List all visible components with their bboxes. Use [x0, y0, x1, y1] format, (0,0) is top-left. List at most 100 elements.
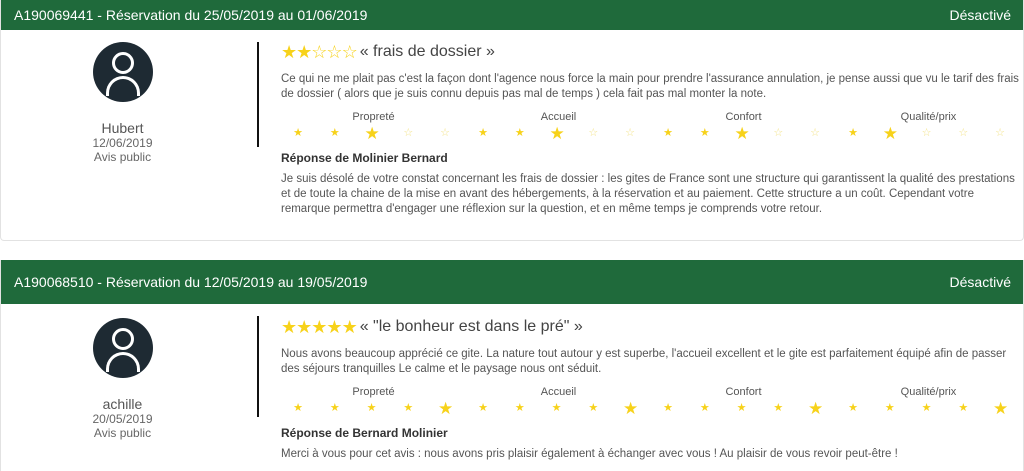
- review-header: A190069441 - Réservation du 25/05/2019 a…: [1, 0, 1023, 30]
- star-icon: ★: [403, 401, 414, 414]
- criterion-stars: ★ ★ ★ ★ ★: [281, 398, 466, 418]
- status-toggle[interactable]: Désactivé: [950, 7, 1011, 23]
- criterion-label: Qualité/prix: [900, 111, 957, 123]
- review-body: Ce qui ne me plait pas c'est la façon do…: [281, 73, 1019, 100]
- review-content: ★★☆☆☆ « frais de dossier » Ce qui ne me …: [281, 40, 1021, 217]
- criterion-rating: Propreté ★ ★ ★ ★ ★: [281, 386, 466, 418]
- review-date: 12/06/2019: [92, 136, 153, 150]
- star-icon: ★: [514, 126, 525, 139]
- star-icon: ★: [663, 126, 673, 139]
- star-icon: ★: [736, 401, 747, 414]
- star-icon: ★: [478, 126, 488, 139]
- criterion-label: Accueil: [540, 386, 577, 398]
- star-icon: ★: [341, 316, 358, 337]
- criterion-rating: Confort ★ ★ ★ ★ ★: [651, 386, 836, 418]
- star-icon: ★: [882, 123, 898, 143]
- star-icon: ☆: [810, 126, 820, 139]
- star-icon: ★: [514, 401, 525, 414]
- star-icon: ★: [364, 123, 380, 143]
- criterion-label: Confort: [725, 111, 762, 123]
- owner-response-title: Réponse de Molinier Bernard: [281, 151, 448, 165]
- criterion-stars: ★ ★ ★ ★ ★: [836, 398, 1021, 418]
- star-icon: ★: [848, 401, 858, 414]
- criteria-ratings: Propreté ★ ★ ★ ☆ ☆ Accueil ★ ★ ★ ☆ ☆ Confort ★ ★ ★ ☆ ☆ Qua…: [281, 111, 1021, 143]
- review-title: « frais de dossier »: [359, 43, 495, 60]
- review-title-row: ★★★★★ « "le bonheur est dans le pré" »: [281, 315, 1021, 339]
- star-icon: ☆: [326, 41, 342, 62]
- review-visibility: Avis public: [93, 150, 152, 164]
- owner-response-text: Merci à vous pour cet avis : nous avons …: [281, 448, 898, 460]
- overall-rating-stars: ★★★★★: [281, 316, 358, 338]
- review-visibility: Avis public: [93, 426, 152, 440]
- criterion-rating: Confort ★ ★ ★ ☆ ☆: [651, 111, 836, 143]
- criterion-rating: Propreté ★ ★ ★ ☆ ☆: [281, 111, 466, 143]
- criterion-stars: ★ ★ ★ ☆ ☆: [651, 123, 836, 143]
- reservation-title: A190069441 - Réservation du 25/05/2019 a…: [14, 7, 368, 23]
- star-icon: ★: [993, 398, 1009, 418]
- review-author: Hubert 12/06/2019 Avis public: [1, 42, 244, 164]
- criterion-stars: ★ ★ ☆ ☆ ☆: [836, 123, 1021, 143]
- criterion-label: Confort: [725, 386, 762, 398]
- star-icon: ★: [281, 41, 297, 62]
- star-icon: ☆: [440, 126, 450, 139]
- author-name: Hubert: [101, 120, 144, 136]
- user-avatar-icon: [92, 42, 153, 102]
- owner-response-text: Je suis désolé de votre constat concerna…: [281, 173, 1015, 215]
- star-icon: ★: [808, 398, 824, 418]
- star-icon: ★: [734, 123, 750, 143]
- review-header: A190068510 - Réservation du 12/05/2019 a…: [1, 260, 1023, 304]
- star-icon: ★: [293, 401, 303, 414]
- star-icon: ★: [549, 123, 565, 143]
- user-avatar-icon: [92, 318, 153, 378]
- star-icon: ☆: [958, 126, 969, 139]
- star-icon: ★: [293, 126, 303, 139]
- overall-rating-stars: ★★☆☆☆: [281, 41, 358, 63]
- star-icon: ★: [329, 401, 340, 414]
- criterion-stars: ★ ★ ★ ☆ ☆: [281, 123, 466, 143]
- criterion-label: Propreté: [352, 111, 395, 123]
- star-icon: ☆: [403, 126, 414, 139]
- star-icon: ★: [921, 401, 932, 414]
- review-title-row: ★★☆☆☆ « frais de dossier »: [281, 40, 1021, 64]
- divider: [257, 42, 259, 147]
- divider: [257, 316, 259, 417]
- reservation-title: A190068510 - Réservation du 12/05/2019 a…: [14, 274, 368, 290]
- star-icon: ☆: [625, 126, 635, 139]
- star-icon: ★: [848, 126, 858, 139]
- review-card: A190069441 - Réservation du 25/05/2019 a…: [0, 0, 1024, 241]
- criterion-rating: Qualité/prix ★ ★ ☆ ☆ ☆: [836, 111, 1021, 143]
- review-card: A190068510 - Réservation du 12/05/2019 a…: [0, 260, 1024, 471]
- star-icon: ★: [329, 126, 340, 139]
- star-icon: ★: [296, 41, 312, 62]
- star-icon: ☆: [311, 41, 327, 62]
- status-toggle[interactable]: Désactivé: [950, 274, 1011, 290]
- star-icon: ☆: [921, 126, 932, 139]
- star-icon: ★: [326, 316, 342, 337]
- star-icon: ★: [699, 401, 710, 414]
- star-icon: ★: [958, 401, 969, 414]
- criterion-rating: Accueil ★ ★ ★ ☆ ☆: [466, 111, 651, 143]
- review-content: ★★★★★ « "le bonheur est dans le pré" » N…: [281, 315, 1021, 462]
- criteria-ratings: Propreté ★ ★ ★ ★ ★ Accueil ★ ★ ★ ★ ★ Confort ★ ★ ★ ★ ★ Qua…: [281, 386, 1021, 418]
- criterion-label: Propreté: [352, 386, 395, 398]
- star-icon: ★: [311, 316, 327, 337]
- criterion-stars: ★ ★ ★ ☆ ☆: [466, 123, 651, 143]
- star-icon: ★: [588, 401, 599, 414]
- criterion-label: Qualité/prix: [900, 386, 957, 398]
- star-icon: ★: [478, 401, 488, 414]
- review-author: achille 20/05/2019 Avis public: [1, 318, 244, 440]
- star-icon: ☆: [995, 126, 1005, 139]
- owner-response-title: Réponse de Bernard Molinier: [281, 426, 448, 440]
- criterion-rating: Qualité/prix ★ ★ ★ ★ ★: [836, 386, 1021, 418]
- star-icon: ★: [623, 398, 639, 418]
- criterion-stars: ★ ★ ★ ★ ★: [466, 398, 651, 418]
- star-icon: ★: [281, 316, 297, 337]
- criterion-stars: ★ ★ ★ ★ ★: [651, 398, 836, 418]
- review-body: Nous avons beaucoup apprécié ce gite. La…: [281, 348, 1007, 375]
- star-icon: ★: [699, 126, 710, 139]
- author-name: achille: [102, 396, 143, 412]
- star-icon: ★: [773, 401, 784, 414]
- star-icon: ☆: [773, 126, 784, 139]
- criterion-label: Accueil: [540, 111, 577, 123]
- star-icon: ★: [663, 401, 673, 414]
